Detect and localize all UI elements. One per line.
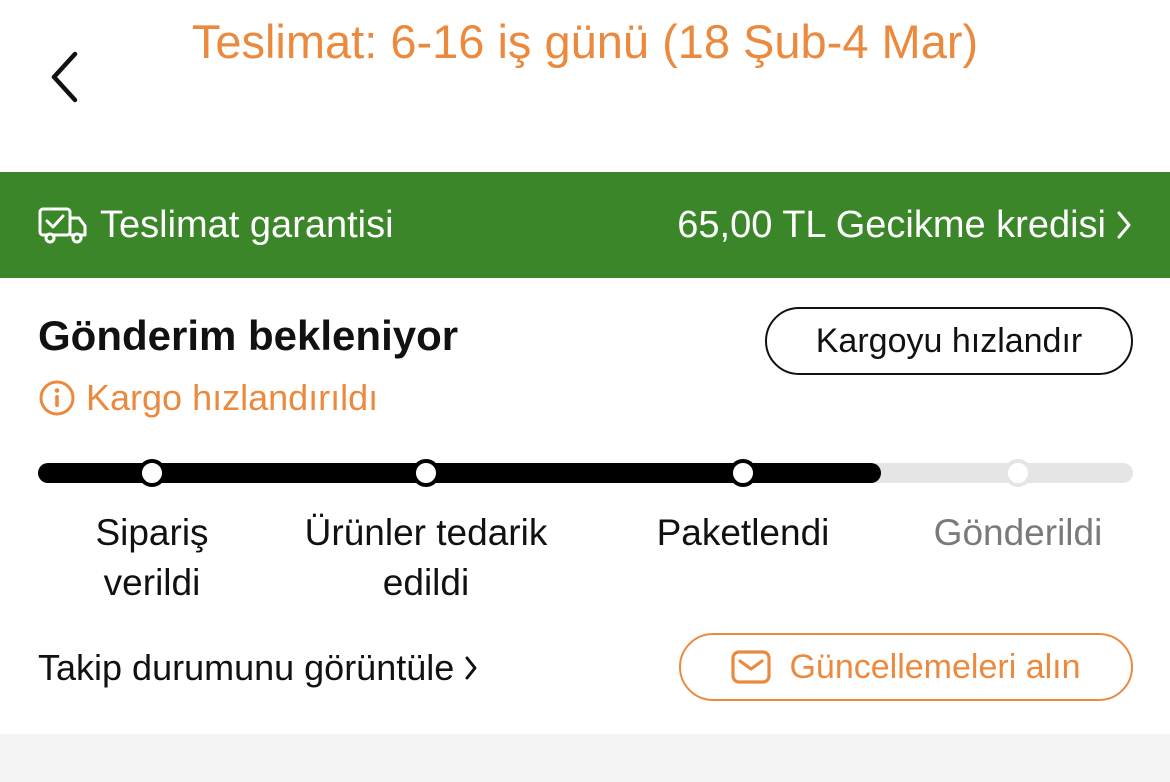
shipping-expedited-text: Kargo hızlandırıldı xyxy=(86,377,379,418)
delivery-guarantee-label-group: Teslimat garantisi xyxy=(38,172,394,278)
back-button[interactable] xyxy=(40,42,90,112)
step-label-shipped: Gönderildi xyxy=(934,508,1103,558)
step-label-line: Gönderildi xyxy=(933,512,1103,553)
step-label-line: Paketlendi xyxy=(656,512,830,553)
page-header: Teslimat: 6-16 iş günü (18 Şub-4 Mar) xyxy=(0,0,1170,172)
step-dot-packed xyxy=(729,459,757,487)
step-label-line: Sipariş xyxy=(95,512,209,553)
view-tracking-link[interactable]: Takip durumunu görüntüle xyxy=(38,640,478,696)
shipping-expedited-notice: Kargo hızlandırıldı xyxy=(38,372,378,424)
speed-up-shipping-button[interactable]: Kargoyu hızlandır xyxy=(765,307,1133,375)
get-updates-button[interactable]: Güncellemeleri alın xyxy=(679,633,1133,701)
chevron-left-icon xyxy=(51,51,78,103)
step-label-items-sourced: Ürünler tedarik edildi xyxy=(305,508,548,608)
shipment-status-title: Gönderim bekleniyor xyxy=(38,312,459,359)
chevron-right-icon xyxy=(1117,211,1131,239)
step-label-packed: Paketlendi xyxy=(657,508,830,558)
section-divider xyxy=(0,734,1170,782)
delay-credit-link[interactable]: 65,00 TL Gecikme kredisi xyxy=(677,172,1132,278)
info-icon xyxy=(39,380,75,416)
step-dot-order-placed xyxy=(138,459,166,487)
step-label-order-placed: Sipariş verildi xyxy=(95,508,208,608)
chevron-right-icon xyxy=(465,656,477,680)
view-tracking-text: Takip durumunu görüntüle xyxy=(38,647,455,688)
step-dot-items-sourced xyxy=(412,459,440,487)
step-label-line: edildi xyxy=(382,562,470,603)
step-label-line: Ürünler tedarik xyxy=(304,512,548,553)
delivery-estimate-title: Teslimat: 6-16 iş günü (18 Şub-4 Mar) xyxy=(191,15,979,68)
delay-credit-text: 65,00 TL Gecikme kredisi xyxy=(677,203,1106,246)
envelope-icon xyxy=(731,650,772,684)
step-label-line: verildi xyxy=(103,562,201,603)
delivery-guarantee-text: Teslimat garantisi xyxy=(100,203,394,246)
delivery-guarantee-banner[interactable]: Teslimat garantisi 65,00 TL Gecikme kred… xyxy=(0,172,1170,278)
progress-track xyxy=(38,463,1133,483)
delivery-truck-check-icon xyxy=(38,207,87,244)
get-updates-text: Güncellemeleri alın xyxy=(789,647,1081,686)
step-dot-shipped xyxy=(1004,459,1032,487)
